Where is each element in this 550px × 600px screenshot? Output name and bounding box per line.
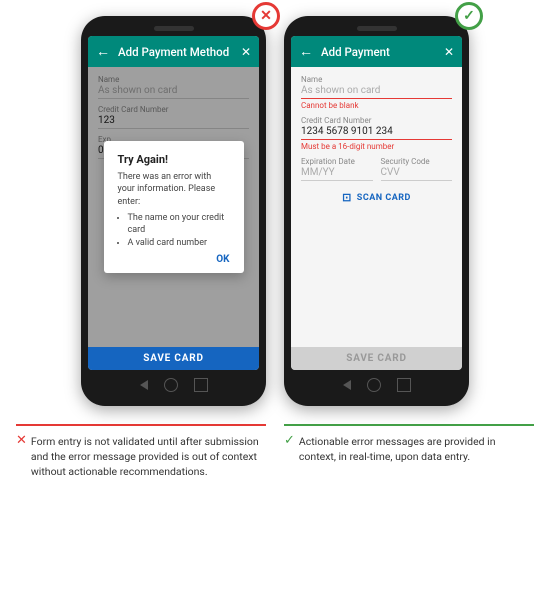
good-exp-label: Expiration Date [301,157,373,166]
good-name-label: Name [301,75,452,84]
caption-row: ✕ Form entry is not validated until afte… [12,424,538,480]
good-card-field: Credit Card Number 1234 5678 9101 234 Mu… [301,116,452,151]
bad-header-title: Add Payment Method [118,45,235,59]
bad-nav-back[interactable] [140,380,148,390]
good-scan-row[interactable]: ⊡ SCAN CARD [301,187,452,208]
bad-nav-recent[interactable] [194,378,208,392]
good-card-label: Credit Card Number [301,116,452,125]
bad-dialog-box: Try Again! There was an error with your … [104,141,244,274]
good-name-error: Cannot be blank [301,101,452,110]
good-phone-bottom [291,370,462,396]
main-container: ✕ ← Add Payment Method ✕ Name As shown o… [0,0,550,600]
bad-caption-line [16,424,266,426]
good-app-header: ← Add Payment ✕ [291,36,462,67]
bad-dialog-title: Try Again! [118,153,230,166]
bad-caption-icon: ✕ [16,434,27,447]
phones-row: ✕ ← Add Payment Method ✕ Name As shown o… [12,16,538,406]
bad-nav-home[interactable] [164,378,178,392]
good-nav-back[interactable] [343,380,351,390]
bad-dialog-item-2: A valid card number [128,237,230,250]
bad-dialog-body: There was an error with your information… [118,171,230,250]
good-scan-label: SCAN CARD [357,193,411,203]
bad-dialog-ok[interactable]: OK [216,254,229,265]
good-phone: ✓ ← Add Payment ✕ Name As shown on card … [284,16,469,406]
bad-screen-content: Name As shown on card Credit Card Number… [88,67,259,347]
good-badge: ✓ [455,2,483,30]
good-caption-header: ✓ Actionable error messages are provided… [284,434,534,464]
good-card-input[interactable]: 1234 5678 9101 234 [301,126,452,140]
bad-dialog-overlay: Try Again! There was an error with your … [88,67,259,347]
good-name-field: Name As shown on card Cannot be blank [301,75,452,110]
good-caption-text: Actionable error messages are provided i… [299,434,534,464]
good-sec-input[interactable]: CVV [381,167,453,181]
bad-close-button[interactable]: ✕ [241,45,251,59]
good-caption: ✓ Actionable error messages are provided… [284,424,534,480]
bad-app-header: ← Add Payment Method ✕ [88,36,259,67]
good-nav-recent[interactable] [397,378,411,392]
good-sec-label: Security Code [381,157,453,166]
bad-save-card-btn[interactable]: SAVE CARD [88,347,259,370]
good-nav-home[interactable] [367,378,381,392]
good-name-input[interactable]: As shown on card [301,85,452,99]
bad-badge: ✕ [252,2,280,30]
bad-dialog-actions: OK [118,254,230,265]
good-caption-icon: ✓ [284,434,295,447]
bad-phone-bottom [88,370,259,396]
bad-caption-text: Form entry is not validated until after … [31,434,266,480]
good-save-card-btn: SAVE CARD [291,347,462,370]
good-exp-input[interactable]: MM/YY [301,167,373,181]
good-bottom-fields: Expiration Date MM/YY Security Code CVV [301,157,452,181]
good-caption-line [284,424,534,426]
bad-caption-header: ✕ Form entry is not validated until afte… [16,434,266,480]
good-back-arrow[interactable]: ← [299,43,313,60]
good-screen-content: Name As shown on card Cannot be blank Cr… [291,67,462,347]
scan-icon: ⊡ [342,191,352,204]
bad-back-arrow[interactable]: ← [96,43,110,60]
phone-speaker-bad [154,26,194,31]
good-sec-field: Security Code CVV [381,157,453,181]
phone-speaker-good [357,26,397,31]
bad-caption: ✕ Form entry is not validated until afte… [16,424,266,480]
bad-phone: ✕ ← Add Payment Method ✕ Name As shown o… [81,16,266,406]
bad-dialog-item-1: The name on your credit card [128,212,230,237]
good-phone-screen: ← Add Payment ✕ Name As shown on card Ca… [291,36,462,370]
bad-phone-screen: ← Add Payment Method ✕ Name As shown on … [88,36,259,370]
good-exp-field: Expiration Date MM/YY [301,157,373,181]
good-close-button[interactable]: ✕ [444,45,454,59]
good-header-title: Add Payment [321,45,438,59]
good-card-error: Must be a 16-digit number [301,142,452,151]
